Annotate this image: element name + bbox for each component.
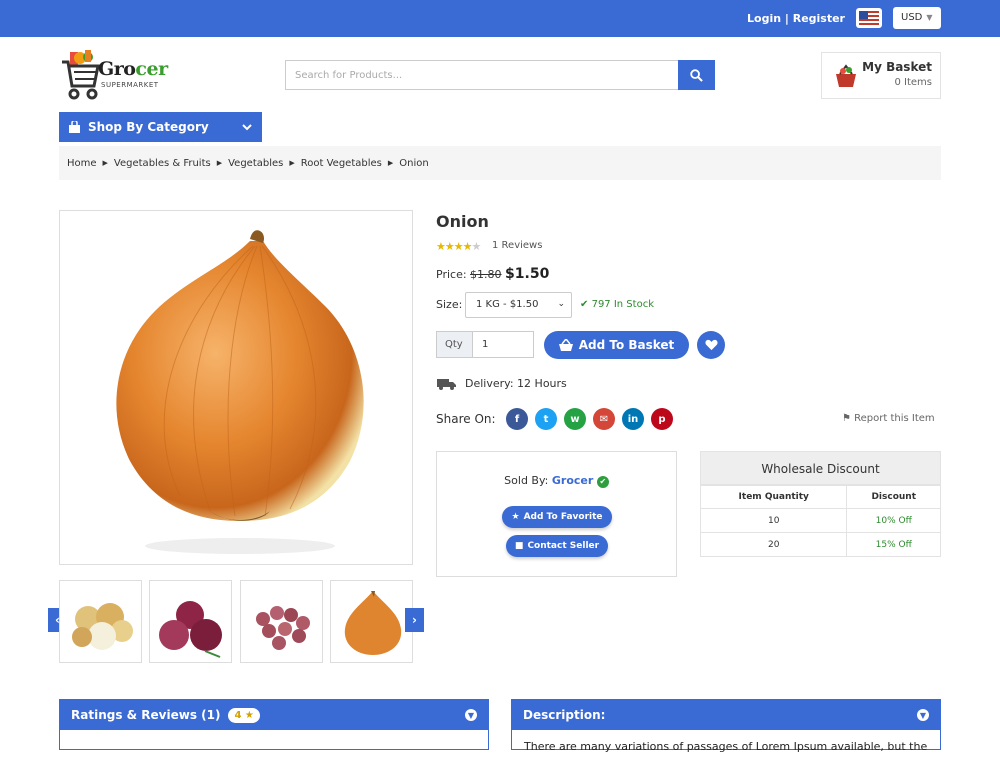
- seller-name[interactable]: Grocer: [552, 474, 593, 487]
- search-input[interactable]: Search for Products...: [285, 60, 679, 90]
- star-rating: ★★★★★: [436, 240, 481, 253]
- basket-title: My Basket: [862, 60, 932, 74]
- star-icon: ★: [511, 512, 520, 522]
- category-label: Shop By Category: [88, 120, 209, 134]
- delivery-info: Delivery: 12 Hours: [437, 377, 567, 390]
- description-panel: Description: ▼ There are many variations…: [511, 699, 941, 753]
- seller-box: Sold By: Grocer ✔ ★ Add To Favorite ■ Cont…: [436, 451, 677, 577]
- size-select[interactable]: 1 KG - $1.50 ⌄: [465, 292, 572, 318]
- collapse-icon[interactable]: ▼: [917, 709, 929, 721]
- table-row: 10 10% Off: [699, 508, 941, 533]
- chevron-down-icon: [242, 123, 252, 130]
- wholesale-discount-table: Wholesale Discount Item Quantity Discount…: [699, 451, 941, 557]
- product-thumbnail[interactable]: [149, 580, 232, 663]
- product-thumbnail-selected[interactable]: [330, 580, 413, 663]
- stock-status: ✔ 797 In Stock: [580, 299, 654, 310]
- thumbnail-next-arrow[interactable]: ›: [405, 608, 424, 632]
- top-bar: [0, 0, 1000, 37]
- currency-select[interactable]: USD ▼: [893, 7, 941, 29]
- product-main-image[interactable]: [59, 210, 413, 565]
- price: Price: $1.80 $1.50: [436, 266, 549, 282]
- breadcrumb-home[interactable]: Home: [67, 158, 97, 169]
- caret-right-icon: ▶: [102, 159, 108, 167]
- add-to-basket-label: Add To Basket: [578, 338, 675, 352]
- search-icon: [690, 68, 703, 82]
- currency-value: USD: [901, 12, 923, 23]
- heart-icon: [704, 339, 718, 351]
- wishlist-button[interactable]: [697, 331, 725, 359]
- breadcrumb-onion: Onion: [399, 157, 429, 169]
- shop-by-category-button[interactable]: Shop By Category: [59, 112, 262, 142]
- wholesale-title: Wholesale Discount: [700, 451, 941, 485]
- check-circle-icon: ✔: [580, 299, 589, 310]
- us-flag-icon[interactable]: [856, 8, 882, 28]
- product-title: Onion: [436, 212, 489, 231]
- ratings-reviews-panel: Ratings & Reviews (1) 4 ★ ▼: [59, 699, 489, 750]
- logo-wordmark: Grocer: [98, 58, 168, 80]
- search-button[interactable]: [678, 60, 715, 90]
- chevron-down-icon: ⌄: [557, 299, 565, 309]
- linkedin-icon[interactable]: in: [622, 408, 644, 430]
- reviews-count[interactable]: 1 Reviews: [492, 240, 542, 251]
- breadcrumb-root-vegetables[interactable]: Root Vegetables: [301, 158, 382, 169]
- flag-icon: ⚑: [842, 413, 851, 424]
- truck-icon: [437, 378, 456, 390]
- delivery-text: Delivery: 12 Hours: [465, 377, 567, 390]
- table-row: 20 15% Off: [699, 532, 941, 557]
- description-header[interactable]: Description: ▼: [512, 700, 940, 730]
- current-price: $1.50: [505, 266, 550, 282]
- contact-seller-button[interactable]: ■ Contact Seller: [506, 535, 608, 557]
- add-to-favorite-button[interactable]: ★ Add To Favorite: [502, 506, 612, 528]
- report-item-link[interactable]: ⚑ Report this Item: [842, 413, 935, 424]
- sold-by: Sold By: Grocer ✔: [437, 474, 676, 488]
- chat-icon: ■: [514, 541, 524, 551]
- verified-icon: ✔: [596, 476, 609, 488]
- store-logo[interactable]: Grocer SUPERMARKET: [60, 48, 180, 102]
- basket-icon: [558, 339, 573, 351]
- rating-badge: 4 ★: [228, 707, 260, 723]
- basket-icon: [836, 64, 856, 87]
- qty-input[interactable]: 1: [473, 331, 534, 358]
- collapse-icon[interactable]: ▼: [465, 709, 477, 721]
- breadcrumb-vegetables[interactable]: Vegetables: [228, 158, 283, 169]
- logo-tagline: SUPERMARKET: [101, 81, 159, 89]
- product-thumbnail[interactable]: [59, 580, 142, 663]
- price-label: Price:: [436, 268, 467, 281]
- share-label: Share On:: [436, 412, 496, 426]
- size-label: Size:: [436, 298, 463, 311]
- twitter-icon[interactable]: t: [535, 408, 557, 430]
- breadcrumb: Home ▶ Vegetables & Fruits ▶ Vegetables ▶ R…: [59, 146, 941, 180]
- column-header: Discount: [846, 485, 941, 509]
- description-title: Description:: [523, 708, 606, 722]
- column-header: Item Quantity: [699, 485, 848, 509]
- email-icon[interactable]: ✉: [593, 408, 615, 430]
- pinterest-icon[interactable]: p: [651, 408, 673, 430]
- login-register-link[interactable]: Login | Register: [747, 12, 845, 25]
- ratings-reviews-title: Ratings & Reviews (1): [71, 708, 221, 722]
- old-price: $1.80: [470, 268, 502, 281]
- chevron-down-icon: ▼: [926, 13, 933, 22]
- product-thumbnail[interactable]: [240, 580, 323, 663]
- caret-right-icon: ▶: [289, 159, 295, 167]
- basket-count: 0 Items: [894, 77, 932, 88]
- add-to-basket-button[interactable]: Add To Basket: [544, 331, 689, 359]
- caret-right-icon: ▶: [387, 159, 394, 167]
- shopping-bag-icon: [69, 121, 80, 133]
- ratings-reviews-header[interactable]: Ratings & Reviews (1) 4 ★ ▼: [60, 700, 488, 730]
- description-text: There are many variations of passages of…: [524, 740, 928, 753]
- size-value: 1 KG - $1.50: [476, 299, 539, 310]
- facebook-icon[interactable]: f: [506, 408, 528, 430]
- caret-right-icon: ▶: [216, 159, 223, 167]
- breadcrumb-vegetables-fruits[interactable]: Vegetables & Fruits: [114, 158, 211, 169]
- my-basket[interactable]: My Basket 0 Items: [821, 52, 941, 99]
- qty-label: Qty: [436, 331, 473, 358]
- whatsapp-icon[interactable]: w: [564, 408, 586, 430]
